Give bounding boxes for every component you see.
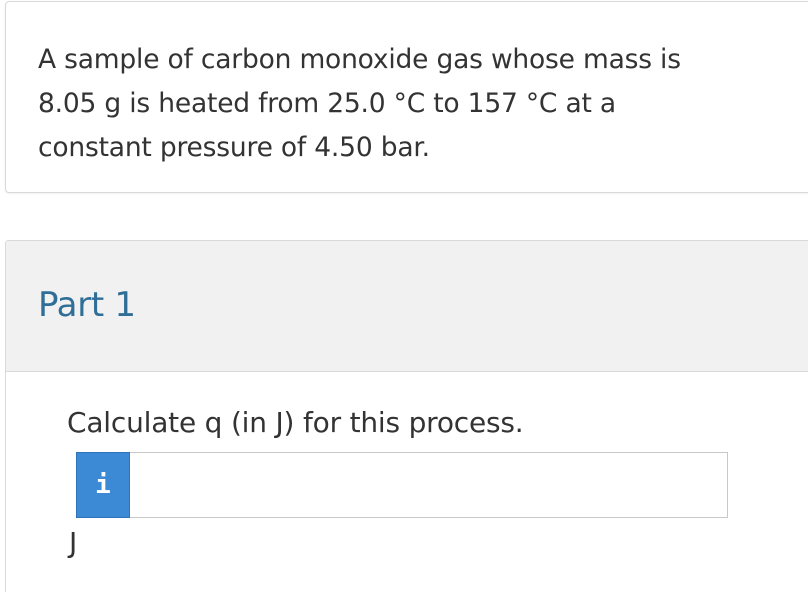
info-icon: i bbox=[95, 470, 111, 500]
problem-statement: A sample of carbon monoxide gas whose ma… bbox=[38, 44, 681, 163]
answer-row: i bbox=[76, 452, 728, 518]
info-button[interactable]: i bbox=[76, 452, 130, 518]
part-card: Part 1 Calculate q (in J) for this proce… bbox=[5, 240, 808, 592]
problem-card: A sample of carbon monoxide gas whose ma… bbox=[5, 1, 808, 193]
part-title: Part 1 bbox=[38, 285, 136, 325]
unit-label: J bbox=[69, 526, 78, 559]
answer-input[interactable] bbox=[130, 452, 728, 518]
question-text: Calculate q (in J) for this process. bbox=[67, 406, 524, 439]
part-header: Part 1 bbox=[6, 241, 808, 372]
page: A sample of carbon monoxide gas whose ma… bbox=[0, 0, 808, 592]
